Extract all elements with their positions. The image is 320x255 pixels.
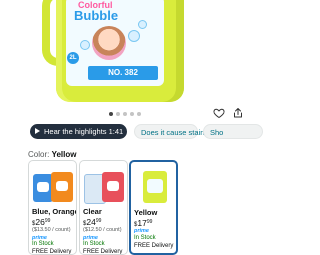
selected-color-value: Yellow xyxy=(51,150,77,159)
swatch-name: Yellow xyxy=(134,208,158,217)
carousel-dot[interactable] xyxy=(109,112,113,116)
swatch-thumbnail xyxy=(82,164,125,204)
swatch-card-clear[interactable]: Clear $2499 ($12.50 / count) prime In St… xyxy=(79,160,128,255)
stock-status: In Stock xyxy=(134,235,156,241)
carousel-dot[interactable] xyxy=(130,112,134,116)
heart-icon[interactable] xyxy=(213,107,225,119)
carousel-dot[interactable] xyxy=(116,112,120,116)
prime-badge: prime xyxy=(134,228,149,234)
child-photo xyxy=(92,26,126,60)
delivery-info: FREE Delivery xyxy=(134,243,174,249)
swatch-unit-price: ($13.50 / count) xyxy=(32,227,71,233)
swatch-unit-price: ($12.50 / count) xyxy=(83,227,122,233)
play-icon xyxy=(35,128,40,134)
swatch-name: Clear xyxy=(83,207,102,216)
image-carousel-dots[interactable] xyxy=(109,112,141,116)
carousel-dot[interactable] xyxy=(123,112,127,116)
swatch-card-yellow[interactable]: Yellow $1799 prime In Stock FREE Deliver… xyxy=(129,160,178,255)
swatch-card-blue-orange[interactable]: Blue, Orange $2699 ($13.50 / count) prim… xyxy=(28,160,77,255)
bubble-graphic xyxy=(138,20,147,29)
question-pill-stains[interactable]: Does it cause stains? xyxy=(134,124,212,139)
stock-status: In Stock xyxy=(32,241,54,247)
bubble-graphic xyxy=(80,40,90,50)
share-icon[interactable] xyxy=(232,107,244,119)
swatch-price: $2699 xyxy=(32,217,51,227)
swatch-price: $2499 xyxy=(83,217,102,227)
carousel-dot[interactable] xyxy=(137,112,141,116)
volume-badge: 2L xyxy=(67,52,79,64)
swatch-price: $1799 xyxy=(134,218,153,228)
product-number-banner: NO. 382 xyxy=(88,66,158,80)
swatch-name: Blue, Orange xyxy=(32,207,77,216)
color-selector-label: Color: Yellow xyxy=(28,150,76,159)
question-pill-label: Sho xyxy=(210,128,224,137)
swatch-thumbnail xyxy=(133,165,176,205)
brand-text-bubble: Bubble xyxy=(74,8,119,23)
stock-status: In Stock xyxy=(83,241,105,247)
hear-highlights-button[interactable]: Hear the highlights 1:41 xyxy=(30,124,127,139)
color-label-prefix: Color: xyxy=(28,150,50,159)
question-pill-label: Does it cause stains? xyxy=(141,128,213,137)
hear-highlights-label: Hear the highlights 1:41 xyxy=(44,127,124,136)
question-pill-more[interactable]: Sho xyxy=(203,124,263,139)
product-image[interactable]: Colorful Bubble 2L NO. 382 xyxy=(0,0,250,112)
swatch-thumbnail xyxy=(31,164,74,204)
bubble-graphic xyxy=(128,30,140,42)
highlight-pills: Hear the highlights 1:41 Does it cause s… xyxy=(0,124,263,140)
